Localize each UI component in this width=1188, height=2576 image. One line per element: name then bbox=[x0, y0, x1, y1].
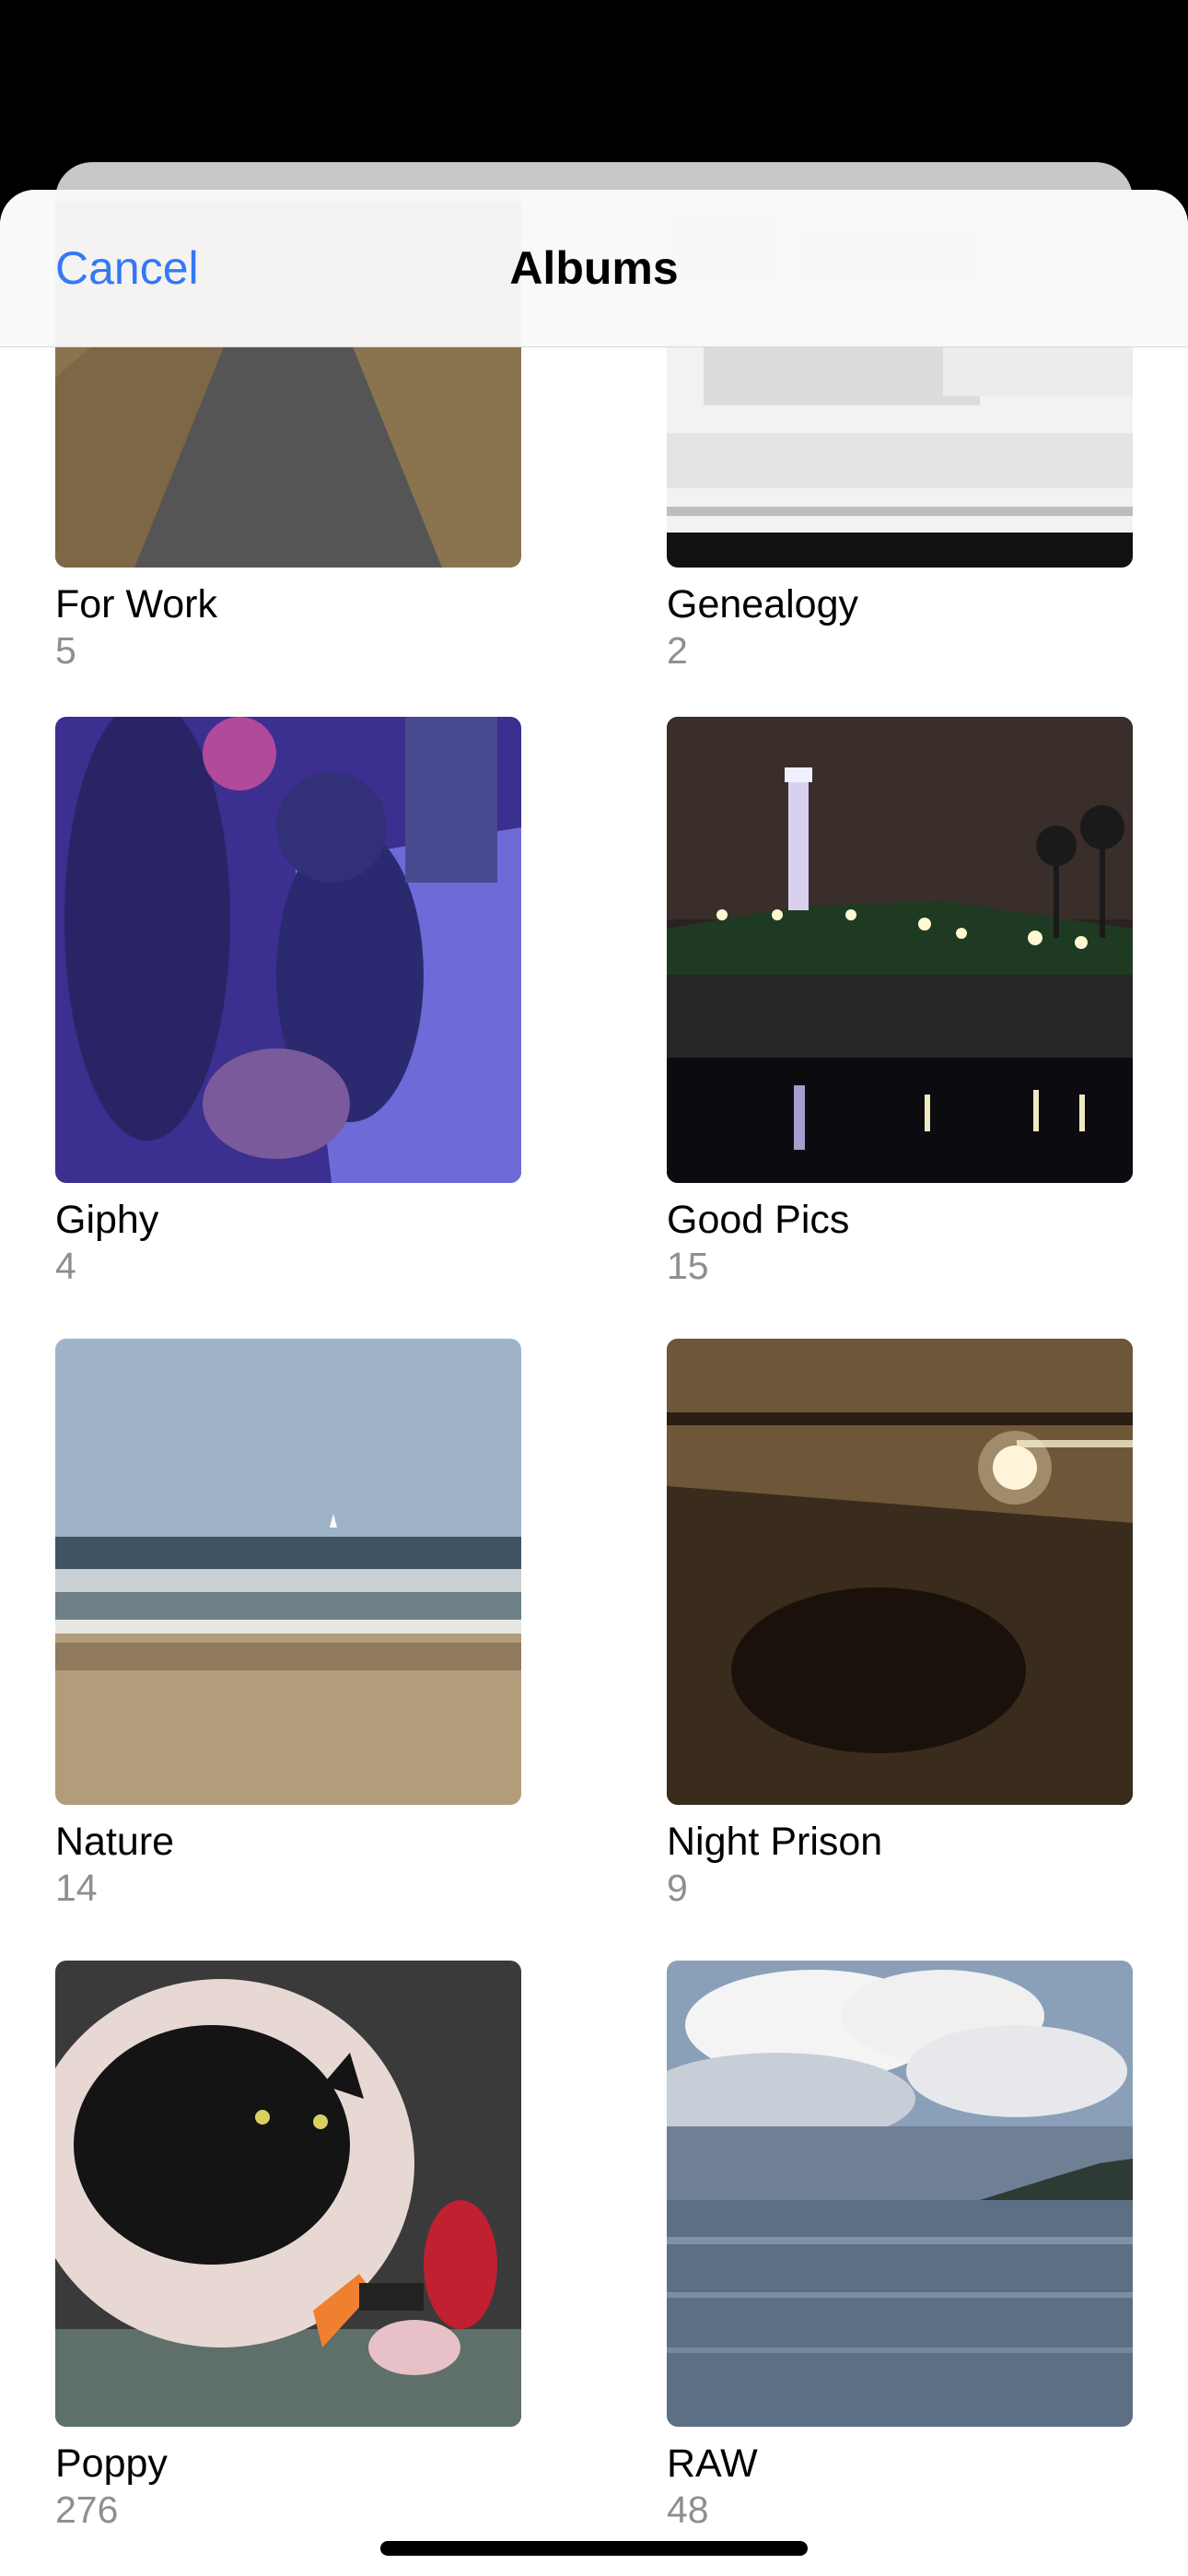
album-count: 14 bbox=[55, 1867, 98, 1909]
cat-photo bbox=[55, 1961, 521, 2427]
album-name: Nature bbox=[55, 1820, 175, 1864]
album-count: 276 bbox=[55, 2488, 119, 2531]
album-grid[interactable]: For Work 5 Genealogy 2 Giphy 4 Good Pics… bbox=[0, 190, 1188, 2576]
album-count: 9 bbox=[667, 1867, 688, 1909]
album-count: 48 bbox=[667, 2488, 709, 2531]
album-count: 5 bbox=[55, 629, 76, 672]
album-thumbnail[interactable] bbox=[55, 1961, 521, 2427]
album-thumbnail[interactable] bbox=[667, 1339, 1133, 1805]
prison-photo bbox=[667, 1339, 1133, 1805]
album-name: Genealogy bbox=[667, 582, 858, 626]
album-night-prison[interactable]: Night Prison 9 bbox=[667, 1339, 1133, 1910]
navigation-bar: Cancel Albums bbox=[0, 190, 1188, 347]
album-name: Good Pics bbox=[667, 1198, 850, 1242]
album-count: 2 bbox=[667, 629, 688, 672]
cloud-sea-photo bbox=[667, 1961, 1133, 2427]
album-poppy[interactable]: Poppy 276 bbox=[55, 1961, 521, 2532]
beach-photo bbox=[55, 1339, 521, 1805]
album-count: 4 bbox=[55, 1245, 76, 1287]
album-raw[interactable]: RAW 48 bbox=[667, 1961, 1133, 2532]
album-name: RAW bbox=[667, 2441, 758, 2486]
home-indicator[interactable] bbox=[380, 2541, 808, 2556]
album-giphy[interactable]: Giphy 4 bbox=[55, 717, 521, 1288]
album-thumbnail[interactable] bbox=[667, 717, 1133, 1183]
albums-sheet: For Work 5 Genealogy 2 Giphy 4 Good Pics… bbox=[0, 190, 1188, 2576]
album-thumbnail[interactable] bbox=[667, 1961, 1133, 2427]
party-photo bbox=[55, 717, 521, 1183]
album-name: Night Prison bbox=[667, 1820, 883, 1864]
screen: For Work 5 Genealogy 2 Giphy 4 Good Pics… bbox=[0, 0, 1188, 2576]
album-name: Giphy bbox=[55, 1198, 159, 1242]
lighthouse-photo bbox=[667, 717, 1133, 1183]
album-name: Poppy bbox=[55, 2441, 168, 2486]
album-nature[interactable]: Nature 14 bbox=[55, 1339, 521, 1910]
album-count: 15 bbox=[667, 1245, 709, 1287]
page-title: Albums bbox=[509, 242, 679, 294]
album-name: For Work bbox=[55, 582, 217, 626]
album-thumbnail[interactable] bbox=[55, 717, 521, 1183]
album-good-pics[interactable]: Good Pics 15 bbox=[667, 717, 1133, 1288]
album-thumbnail[interactable] bbox=[55, 1339, 521, 1805]
